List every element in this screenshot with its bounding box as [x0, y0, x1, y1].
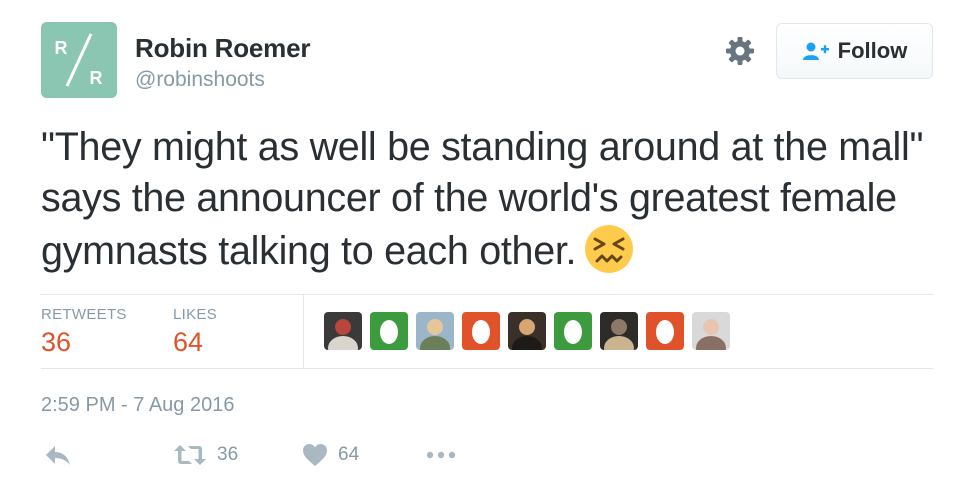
liker-egg-avatar[interactable] [462, 312, 500, 350]
liker-photo-avatar[interactable] [600, 312, 638, 350]
retweet-button[interactable]: 36 [173, 443, 238, 467]
add-user-icon [802, 42, 829, 60]
liker-photo-avatar[interactable] [508, 312, 546, 350]
liker-avatars [324, 312, 730, 350]
follow-label: Follow [837, 38, 908, 63]
stats-divider-top [41, 294, 933, 295]
stats-vertical-divider [303, 294, 304, 368]
avatar-monogram: R R [41, 22, 117, 98]
reply-icon [46, 446, 70, 465]
more-button[interactable] [425, 443, 459, 467]
confounded-face-emoji [584, 224, 634, 287]
liker-egg-avatar[interactable] [554, 312, 592, 350]
retweets-count[interactable]: 36 [41, 327, 71, 358]
liker-egg-avatar[interactable] [646, 312, 684, 350]
heart-icon [303, 444, 327, 466]
tweet-body: "They might as well be standing around a… [41, 125, 924, 273]
retweet-icon [174, 445, 206, 465]
likes-count[interactable]: 64 [173, 327, 203, 358]
like-button[interactable]: 64 [302, 443, 359, 467]
liker-egg-avatar[interactable] [370, 312, 408, 350]
retweets-label[interactable]: RETWEETS [41, 306, 127, 323]
avatar-letter-bottom: R [90, 68, 103, 88]
tweet-timestamp[interactable]: 2:59 PM - 7 Aug 2016 [41, 394, 234, 417]
stats-divider-bottom [41, 368, 933, 369]
author-avatar[interactable]: R R [41, 22, 117, 98]
more-icon [426, 451, 456, 459]
retweet-action-count: 36 [217, 444, 239, 465]
avatar-letter-top: R [55, 38, 68, 58]
tweet-text: "They might as well be standing around a… [41, 122, 941, 287]
liker-photo-avatar[interactable] [692, 312, 730, 350]
author-name[interactable]: Robin Roemer [135, 33, 310, 64]
like-action-count: 64 [338, 444, 360, 465]
liker-photo-avatar[interactable] [416, 312, 454, 350]
reply-button[interactable] [44, 443, 72, 467]
likes-label[interactable]: LIKES [173, 306, 217, 323]
author-handle[interactable]: @robinshoots [135, 68, 265, 92]
liker-photo-avatar[interactable] [324, 312, 362, 350]
follow-button[interactable]: Follow [776, 23, 933, 79]
gear-icon[interactable] [724, 35, 756, 67]
